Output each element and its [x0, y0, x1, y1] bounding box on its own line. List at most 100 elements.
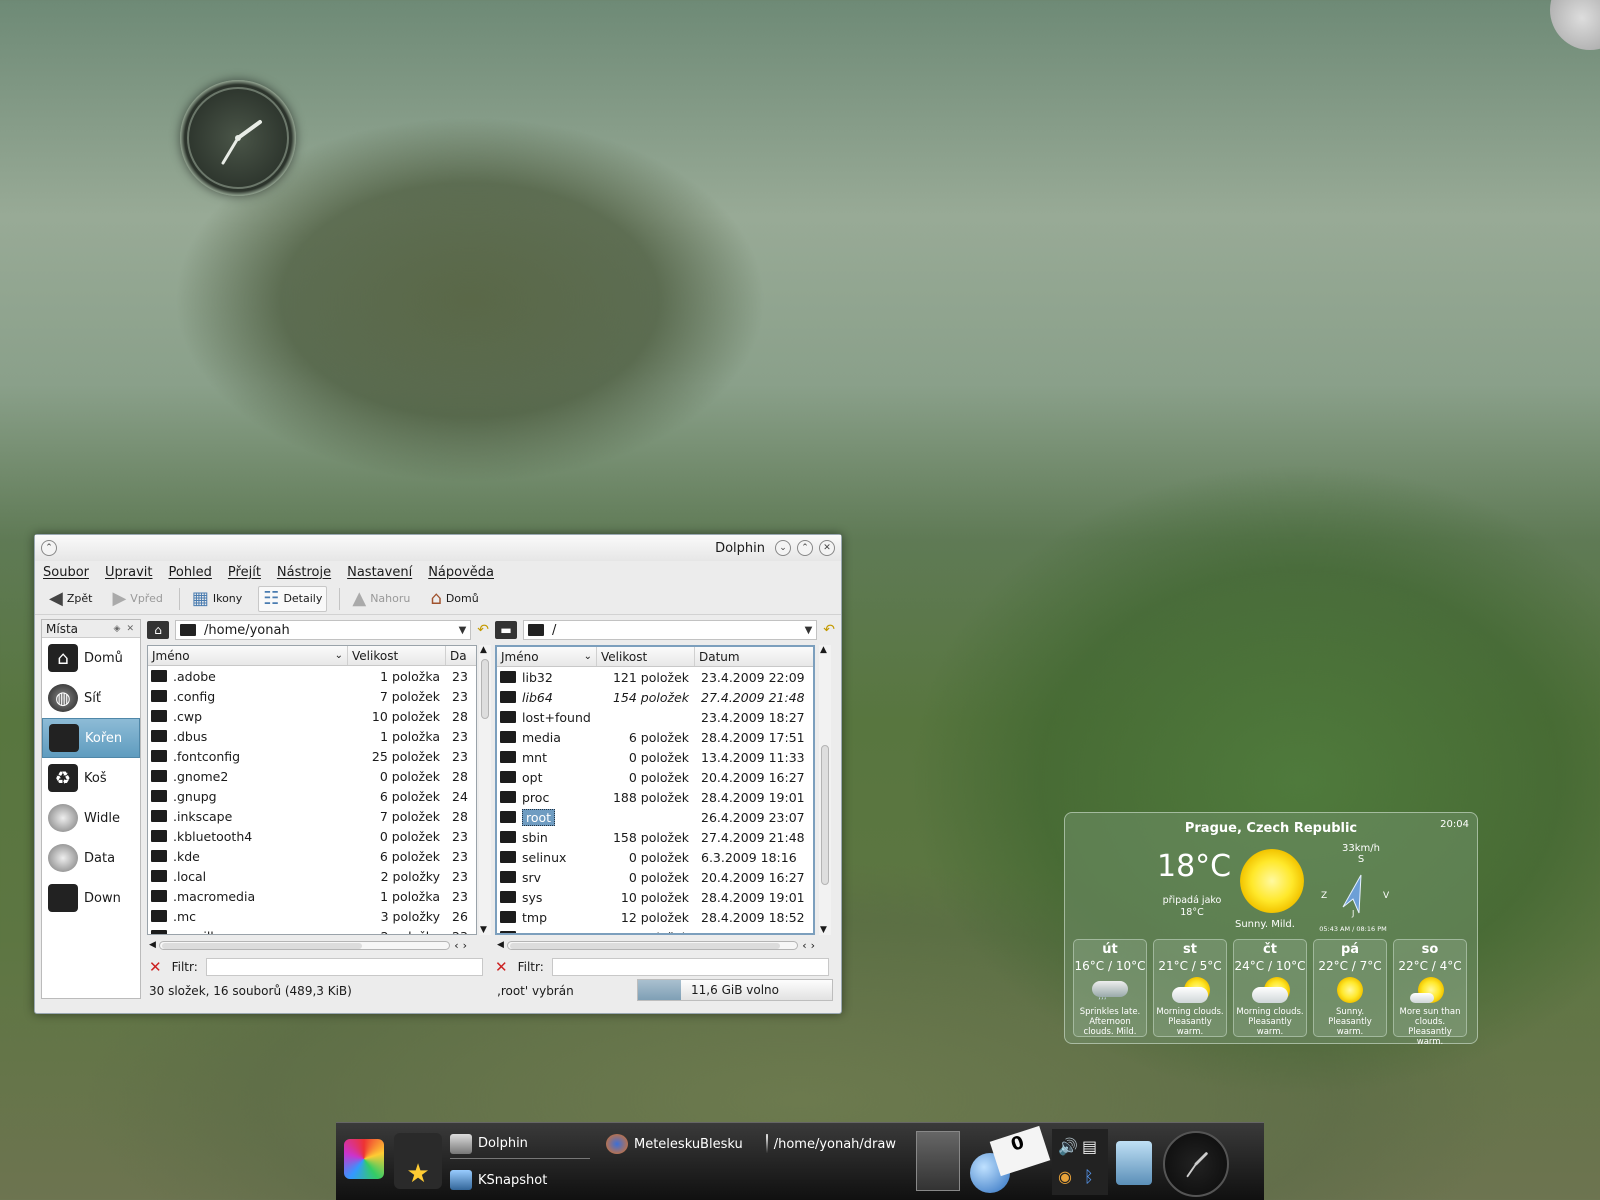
scroll-up-icon[interactable]: ▲ [480, 645, 487, 655]
clipboard-icon[interactable]: ▤ [1082, 1137, 1097, 1156]
table-row[interactable]: .fontconfig 25 položek 23 [148, 746, 476, 766]
place-data[interactable]: Data [42, 838, 140, 878]
undo-arrow-icon[interactable]: ↶ [823, 622, 835, 638]
scroll-left-icon[interactable]: ◀ [149, 940, 156, 950]
desktop-clock-widget[interactable] [180, 80, 296, 196]
folder-icon[interactable]: ▬ [495, 621, 517, 639]
notification-envelope-icon[interactable]: 0 [989, 1125, 1051, 1177]
undo-arrow-icon[interactable]: ↶ [477, 622, 489, 638]
table-row[interactable]: .adobe 1 položka 23 [148, 666, 476, 686]
task-ksnapshot[interactable]: KSnapshot [450, 1165, 547, 1195]
table-row[interactable]: sbin 158 položek 27.4.2009 21:48 [497, 827, 813, 847]
column-size[interactable]: Velikost [597, 647, 695, 666]
desktop-toolbox-corner[interactable] [1550, 0, 1600, 50]
table-row[interactable]: proc 188 položek 28.4.2009 19:01 [497, 787, 813, 807]
scroll-down-icon[interactable]: ▼ [820, 925, 827, 935]
table-row[interactable]: srv 0 položek 20.4.2009 16:27 [497, 867, 813, 887]
column-date[interactable]: Datum [695, 647, 813, 666]
table-row[interactable]: mnt 0 položek 13.4.2009 11:33 [497, 747, 813, 767]
right-vscroll[interactable]: ▲ ▼ [819, 645, 831, 935]
close-panel-icon[interactable]: ✕ [126, 624, 134, 634]
table-row[interactable]: .inkscape 7 položek 28 [148, 806, 476, 826]
right-path-combo[interactable]: / ▼ [523, 620, 818, 640]
scroll-down-icon[interactable]: ▼ [480, 925, 487, 935]
menu-napoveda[interactable]: Nápověda [428, 565, 494, 580]
maximize-button[interactable]: ⌃ [797, 540, 813, 556]
table-row[interactable]: sys 10 položek 28.4.2009 19:01 [497, 887, 813, 907]
table-row[interactable]: .gnupg 6 položek 24 [148, 786, 476, 806]
left-hscroll-track[interactable] [158, 940, 451, 950]
up-button[interactable]: ▲ Nahoru [348, 586, 414, 612]
column-size[interactable]: Velikost [348, 646, 446, 665]
place-widle[interactable]: Widle [42, 798, 140, 838]
icons-view-button[interactable]: ▦ Ikony [188, 586, 246, 612]
menu-nastaveni[interactable]: Nastavení [347, 565, 412, 580]
right-vscroll-thumb[interactable] [821, 745, 829, 885]
details-view-button[interactable]: ☷ Detaily [258, 585, 328, 612]
column-date[interactable]: Da [446, 646, 476, 665]
menu-pohled[interactable]: Pohled [168, 565, 211, 580]
right-filter-input[interactable] [551, 958, 829, 976]
column-name[interactable]: Jméno ⌄ [497, 647, 597, 666]
title-bar[interactable]: ⌃ Dolphin ⌄ ⌃ ✕ [35, 535, 841, 561]
scroll-left-icon[interactable]: ◀ [497, 940, 504, 950]
place-domu[interactable]: ⌂ Domů [42, 638, 140, 678]
back-button[interactable]: ◀ Zpět [45, 586, 96, 612]
left-hscroll[interactable]: ◀ ‹ › [149, 939, 467, 952]
scroll-up-icon[interactable]: ▲ [820, 645, 827, 655]
left-path-combo[interactable]: /home/yonah ▼ [175, 620, 472, 640]
task-firefox[interactable]: MeteleskuBlesku [606, 1129, 746, 1159]
table-row[interactable]: .cwp 10 položek 28 [148, 706, 476, 726]
table-row[interactable]: selinux 0 položek 6.3.2009 18:16 [497, 847, 813, 867]
table-row[interactable]: .dbus 1 položka 23 [148, 726, 476, 746]
place-down[interactable]: Down [42, 878, 140, 918]
window-menu-icon[interactable]: ⌃ [41, 540, 57, 556]
column-name[interactable]: Jméno ⌄ [148, 646, 348, 665]
task-inkscape[interactable]: /home/yonah/draw [766, 1129, 896, 1159]
chat-icon[interactable]: ◉ [1058, 1167, 1072, 1186]
table-row[interactable]: root 26.4.2009 23:07 [497, 807, 813, 827]
table-row[interactable]: lib32 121 položek 23.4.2009 22:09 [497, 667, 813, 687]
table-row[interactable]: .kde 6 položek 23 [148, 846, 476, 866]
scroll-right-icon[interactable]: › [811, 939, 815, 952]
left-filter-input[interactable] [205, 958, 483, 976]
place-sit[interactable]: ◍ Síť [42, 678, 140, 718]
table-row[interactable]: opt 0 položek 20.4.2009 16:27 [497, 767, 813, 787]
pager-icon[interactable] [916, 1131, 960, 1191]
kde-menu-icon[interactable] [344, 1139, 384, 1179]
bluetooth-icon[interactable]: ᛒ [1084, 1167, 1094, 1186]
clear-filter-icon[interactable]: ✕ [495, 958, 508, 976]
right-hscroll-track[interactable] [506, 940, 799, 950]
float-icon[interactable]: ◈ [114, 624, 121, 634]
scroll-right-icon[interactable]: › [463, 939, 467, 952]
table-row[interactable]: .local 2 položky 23 [148, 866, 476, 886]
menu-prejit[interactable]: Přejít [228, 565, 261, 580]
left-vscroll-thumb[interactable] [481, 659, 489, 719]
table-row[interactable]: .config 7 položek 23 [148, 686, 476, 706]
volume-icon[interactable]: 🔊 [1058, 1137, 1078, 1156]
table-row[interactable]: .macromedia 1 položka 23 [148, 886, 476, 906]
close-button[interactable]: ✕ [819, 540, 835, 556]
place-koren[interactable]: Kořen [42, 718, 140, 758]
table-row[interactable]: lib64 154 položek 27.4.2009 21:48 [497, 687, 813, 707]
minimize-button[interactable]: ⌄ [775, 540, 791, 556]
table-row[interactable]: usr 11 položek23.4.2009 18:56 [497, 927, 813, 933]
table-row[interactable]: .gnome2 0 položek 28 [148, 766, 476, 786]
forward-button[interactable]: ▶ Vpřed [108, 586, 166, 612]
chevron-down-icon[interactable]: ▼ [805, 625, 813, 636]
favorites-star-icon[interactable]: ★ [394, 1133, 442, 1189]
table-row[interactable]: .mozilla 2 položky23 [148, 926, 476, 934]
chevron-down-icon[interactable]: ▼ [459, 625, 467, 636]
task-dolphin[interactable]: Dolphin [450, 1129, 590, 1159]
place-kos[interactable]: ♻ Koš [42, 758, 140, 798]
left-hscroll-thumb[interactable] [161, 942, 362, 949]
left-vscroll[interactable]: ▲ ▼ [479, 645, 491, 935]
table-row[interactable]: lost+found 23.4.2009 18:27 [497, 707, 813, 727]
right-hscroll[interactable]: ◀ ‹ › [497, 939, 815, 952]
device-notifier-icon[interactable] [1116, 1141, 1152, 1185]
table-row[interactable]: tmp 12 položek 28.4.2009 18:52 [497, 907, 813, 927]
right-hscroll-thumb[interactable] [509, 942, 780, 949]
menu-upravit[interactable]: Upravit [105, 565, 152, 580]
table-row[interactable]: media 6 položek 28.4.2009 17:51 [497, 727, 813, 747]
menu-nastroje[interactable]: Nástroje [277, 565, 331, 580]
